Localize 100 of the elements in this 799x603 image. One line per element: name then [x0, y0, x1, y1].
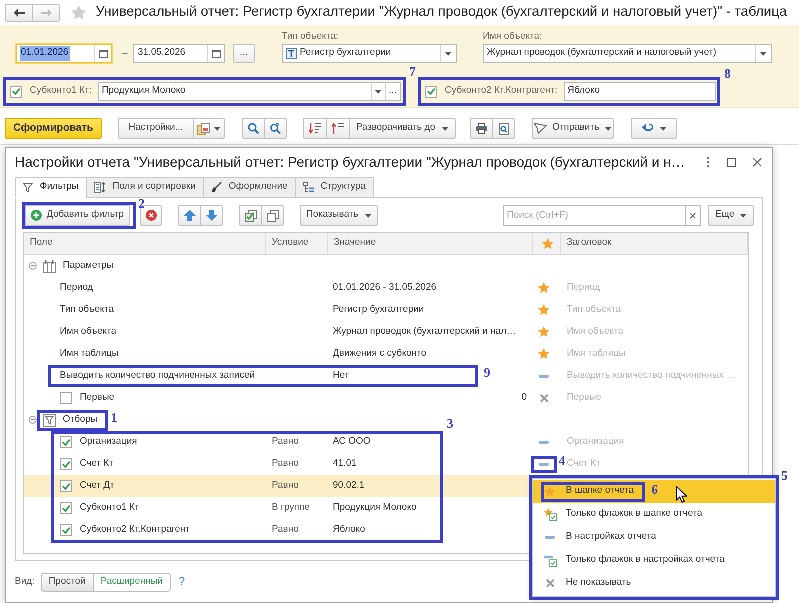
condition-text: Равно	[272, 522, 299, 537]
maximize-icon[interactable]	[727, 158, 736, 167]
title-text: Первые	[567, 390, 602, 405]
dropdown-button[interactable]	[371, 83, 385, 100]
field-name: Имя таблицы	[60, 346, 119, 361]
title-text: Организация	[567, 434, 624, 449]
menu-item[interactable]: В шапке отчета 6	[533, 480, 775, 503]
table-row[interactable]: Период 01.01.2026 - 31.05.2026 Период	[24, 277, 748, 299]
table-row[interactable]: Имя объекта Журнал проводок (бухгалтерский и нал… Имя объекта	[24, 321, 748, 343]
back-button[interactable]	[5, 4, 33, 22]
value-text: Продукция Молоко	[333, 500, 417, 515]
view-option[interactable]: Простой	[40, 573, 94, 592]
checkbox[interactable]	[425, 86, 437, 98]
more-icon[interactable]	[707, 157, 710, 168]
search-button[interactable]	[242, 118, 265, 139]
tab[interactable]: Оформление	[202, 177, 296, 198]
caret-icon	[214, 126, 221, 130]
cross-icon	[546, 579, 554, 588]
table-row[interactable]: Организация Равно АС ООО Организация	[24, 431, 748, 453]
tree-icon	[302, 182, 314, 193]
view-option[interactable]: Расширенный	[92, 573, 171, 592]
print-preview-icon	[498, 122, 508, 134]
table-row[interactable]: Выводить количество подчиненных записей Нет 9 Выводить количество подчиненных …	[24, 365, 748, 387]
checkbox[interactable]	[60, 502, 72, 514]
search-refresh-button[interactable]	[264, 118, 287, 139]
preview-button[interactable]	[492, 118, 515, 139]
menu-item[interactable]: Не показывать	[533, 572, 775, 595]
menu-item[interactable]: Только флажок в настройках отчета	[533, 549, 775, 572]
date-separator: –	[121, 47, 129, 61]
clear-icon	[690, 212, 696, 218]
star-icon[interactable]	[71, 4, 87, 20]
period-choice-button[interactable]: ...	[233, 44, 255, 63]
date-field[interactable]: 01.01.2026	[16, 44, 112, 63]
table-row[interactable]: Первые 0 Первые	[24, 387, 748, 409]
filter-value-field[interactable]: Яблоко	[564, 82, 716, 101]
paper-plane-icon	[534, 123, 548, 134]
search-field[interactable]: Поиск (Ctrl+F)	[503, 205, 686, 226]
sort-descending-button[interactable]	[303, 118, 327, 139]
uncheck-all-button[interactable]	[261, 205, 284, 226]
check-all-icon	[244, 210, 256, 222]
close-icon[interactable]	[753, 158, 762, 167]
arrow-down-icon	[206, 210, 218, 221]
settings-button[interactable]: Настройки...	[118, 118, 194, 139]
condition-text: Равно	[272, 478, 299, 493]
check-all-button[interactable]	[239, 205, 262, 226]
condition-text: Равно	[272, 456, 299, 471]
object-name-select[interactable]: Журнал проводок (бухгалтерский и налоговый учет)	[483, 44, 772, 63]
date-field[interactable]: 31.05.2026	[133, 44, 225, 63]
more-menu-button[interactable]: Еще	[708, 205, 754, 226]
letter-t-icon	[286, 48, 297, 59]
add-filter-button[interactable]: Добавить фильтр	[25, 205, 130, 226]
choice-button[interactable]: ...	[385, 83, 400, 100]
caret-icon	[442, 126, 449, 130]
tab[interactable]: Поля и сортировки	[86, 177, 204, 198]
move-down-button[interactable]	[200, 205, 223, 226]
sort-ascending-button[interactable]	[326, 118, 350, 139]
funnel-icon	[23, 182, 33, 192]
checkbox[interactable]	[60, 480, 72, 492]
expand-button[interactable]: Разворачивать до	[349, 118, 456, 139]
caret-icon	[660, 126, 666, 130]
calendar-button[interactable]	[94, 45, 111, 62]
calendar-button[interactable]	[207, 45, 224, 62]
menu-item[interactable]: Только флажок в шапке отчета	[533, 503, 775, 526]
checkbox[interactable]	[10, 86, 22, 98]
object-type-select[interactable]: Регистр бухгалтерии	[282, 44, 457, 63]
caret-icon	[364, 214, 372, 218]
field-name: Счет Дт	[80, 478, 114, 493]
generate-button[interactable]: Сформировать	[5, 118, 102, 139]
tab[interactable]: Структура	[294, 177, 374, 198]
field-label: Имя объекта:	[483, 31, 544, 42]
value-text: Яблоко	[333, 522, 366, 537]
collapse-icon[interactable]	[29, 416, 37, 424]
show-button[interactable]: Показывать	[300, 205, 378, 226]
checkbox[interactable]	[60, 392, 72, 404]
calendar-icon	[212, 50, 220, 58]
column-header: Заголовок	[567, 236, 612, 250]
callout-number: 2	[138, 197, 145, 210]
collapse-icon[interactable]	[29, 262, 37, 270]
condition-text: В группе	[272, 500, 310, 515]
menu-item[interactable]: В настройках отчета	[533, 526, 775, 549]
dash-icon	[539, 462, 549, 466]
report-variants-button[interactable]	[193, 118, 225, 139]
return-button[interactable]	[631, 118, 677, 139]
help-link[interactable]: ?	[179, 574, 186, 591]
clear-button[interactable]	[686, 205, 701, 226]
table-row[interactable]: Имя таблицы Движения с субконто Имя таблицы	[24, 343, 748, 365]
checkbox[interactable]	[60, 458, 72, 470]
move-up-button[interactable]	[178, 205, 201, 226]
dash-icon	[539, 440, 549, 444]
cross-icon	[540, 394, 548, 402]
print-button[interactable]	[470, 118, 493, 139]
send-button[interactable]: Отправить	[532, 118, 614, 139]
value-text: Журнал проводок (бухгалтерский и нал…	[333, 324, 516, 339]
checkmark-icon	[62, 526, 70, 534]
callout-frame	[531, 456, 557, 472]
checkbox[interactable]	[60, 436, 72, 448]
tab[interactable]: Фильтры	[15, 177, 87, 198]
table-row[interactable]: Тип объекта Регистр бухгалтерии Тип объекта	[24, 299, 748, 321]
filter-value-field[interactable]: Продукция Молоко ...	[98, 82, 401, 101]
checkbox[interactable]	[60, 524, 72, 536]
